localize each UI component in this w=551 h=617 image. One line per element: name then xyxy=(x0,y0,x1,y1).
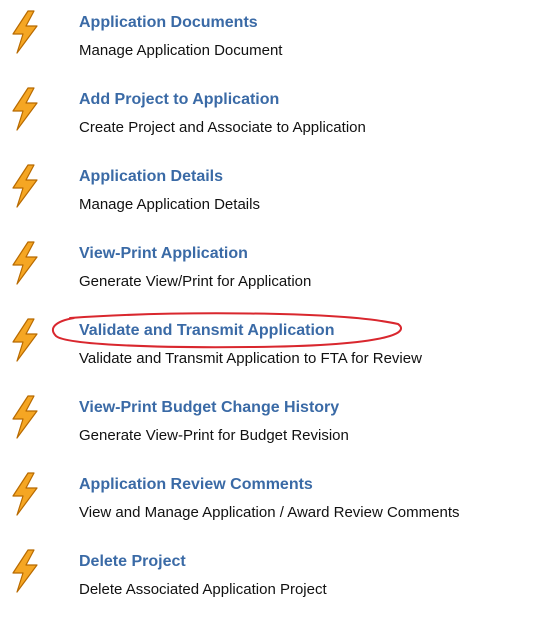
lightning-bolt-icon xyxy=(12,472,38,516)
menu-item-title[interactable]: Application Details xyxy=(79,168,223,186)
menu-item-description: Create Project and Associate to Applicat… xyxy=(79,119,366,136)
menu-item-title[interactable]: Application Documents xyxy=(79,14,258,32)
lightning-bolt-icon xyxy=(12,241,38,285)
menu-item-title[interactable]: Validate and Transmit Application xyxy=(79,322,334,340)
menu-item-validate-and-transmit-application[interactable]: Validate and Transmit Application Valida… xyxy=(0,316,551,386)
menu-item-description: Delete Associated Application Project xyxy=(79,581,327,598)
menu-item-view-print-budget-change-history[interactable]: View-Print Budget Change History Generat… xyxy=(0,393,551,463)
menu-item-title[interactable]: Application Review Comments xyxy=(79,476,313,494)
menu-item-description: Manage Application Details xyxy=(79,196,260,213)
menu-item-add-project-to-application[interactable]: Add Project to Application Create Projec… xyxy=(0,85,551,155)
menu-item-title[interactable]: Delete Project xyxy=(79,553,186,571)
menu-item-description: Validate and Transmit Application to FTA… xyxy=(79,350,422,367)
menu-item-description: Generate View-Print for Budget Revision xyxy=(79,427,349,444)
lightning-bolt-icon xyxy=(12,549,38,593)
lightning-bolt-icon xyxy=(12,164,38,208)
menu-item-application-details[interactable]: Application Details Manage Application D… xyxy=(0,162,551,232)
menu-item-description: Manage Application Document xyxy=(79,42,283,59)
menu-item-view-print-application[interactable]: View-Print Application Generate View/Pri… xyxy=(0,239,551,309)
lightning-bolt-icon xyxy=(12,395,38,439)
menu-item-description: Generate View/Print for Application xyxy=(79,273,312,290)
lightning-bolt-icon xyxy=(12,87,38,131)
menu-item-description: View and Manage Application / Award Revi… xyxy=(79,504,460,521)
menu-item-title[interactable]: View-Print Application xyxy=(79,245,248,263)
menu-item-application-review-comments[interactable]: Application Review Comments View and Man… xyxy=(0,470,551,540)
menu-item-title[interactable]: View-Print Budget Change History xyxy=(79,399,339,417)
menu-item-application-documents[interactable]: Application Documents Manage Application… xyxy=(0,8,551,78)
menu-item-title[interactable]: Add Project to Application xyxy=(79,91,279,109)
lightning-bolt-icon xyxy=(12,318,38,362)
lightning-bolt-icon xyxy=(12,10,38,54)
menu-item-delete-project[interactable]: Delete Project Delete Associated Applica… xyxy=(0,547,551,617)
